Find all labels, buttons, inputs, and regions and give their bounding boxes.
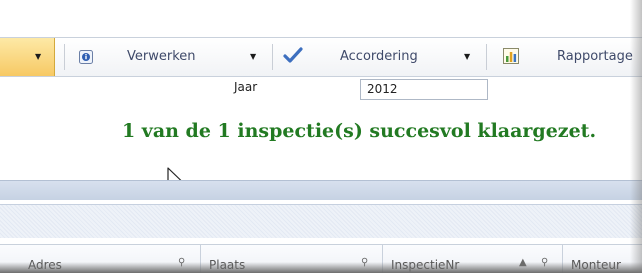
dropdown-caret-icon: ▼ [35,52,42,61]
toolbar-separator [486,44,487,70]
grid-group-panel [0,204,642,238]
jaar-label: Jaar [234,80,258,94]
info-icon[interactable] [79,49,93,68]
right-shadow [630,0,642,273]
toolbar: ▼ Verwerken ▼ Accordering ▼ Rapportage [0,37,642,77]
success-message: 1 van de 1 inspectie(s) succesvol klaarg… [121,120,597,142]
highlighted-dropdown-button[interactable]: ▼ [0,38,55,76]
grid-group-header [0,180,642,200]
verwerken-dropdown-caret-icon[interactable]: ▼ [250,52,256,61]
accordering-button[interactable]: Accordering [340,49,418,64]
bottom-shadow [0,262,642,273]
jaar-input[interactable]: 2012 [360,79,488,100]
verwerken-button[interactable]: Verwerken [127,49,196,64]
chart-icon[interactable] [503,48,519,68]
checkmark-icon[interactable] [283,47,303,69]
rapportage-button[interactable]: Rapportage [557,49,633,64]
toolbar-separator [64,44,65,70]
accordering-dropdown-caret-icon[interactable]: ▼ [464,52,470,61]
toolbar-separator [272,44,273,70]
